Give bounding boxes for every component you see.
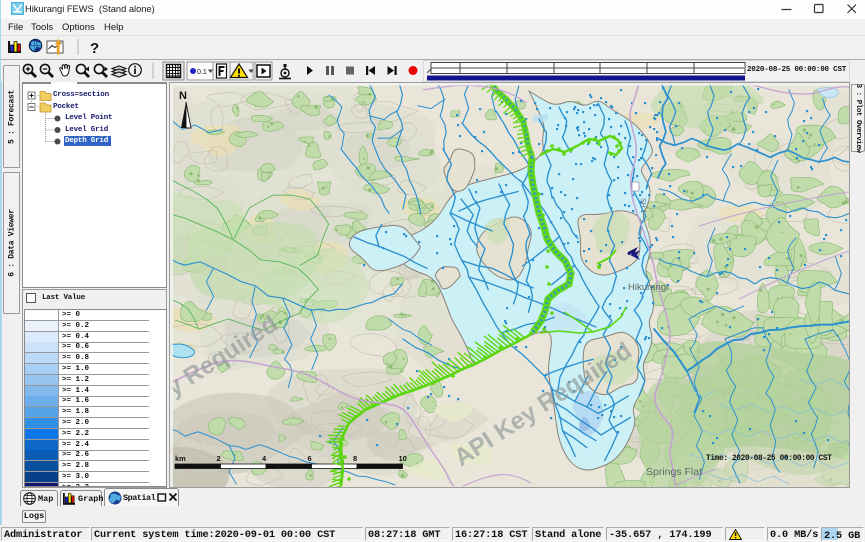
- svg-text:km: km: [175, 454, 186, 463]
- svg-text:Time: 2020-08-25 00:00:00 CST: Time: 2020-08-25 00:00:00 CST: [706, 455, 832, 463]
- svg-text:0.1: 0.1: [197, 69, 207, 76]
- svg-text:?: ?: [90, 40, 99, 57]
- svg-text:8: 8: [353, 454, 357, 463]
- svg-text:N: N: [179, 90, 187, 102]
- svg-text:10: 10: [399, 454, 407, 463]
- svg-text:Springs Flat: Springs Flat: [646, 466, 702, 478]
- svg-text:2: 2: [217, 454, 221, 463]
- svg-text:SH 1: SH 1: [639, 198, 646, 214]
- svg-text:Hikurangi: Hikurangi: [628, 282, 668, 293]
- svg-text:6: 6: [308, 454, 312, 463]
